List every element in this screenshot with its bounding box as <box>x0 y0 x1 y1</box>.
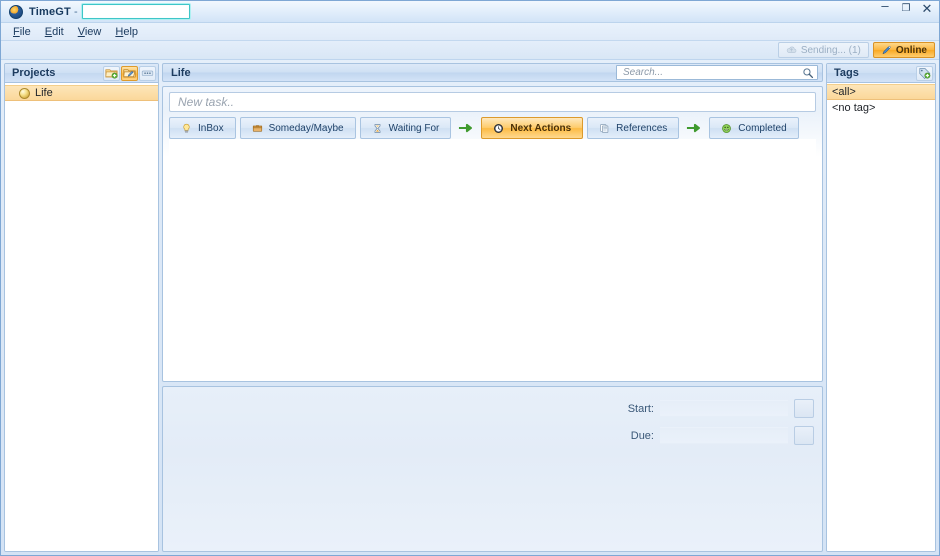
online-button-label: Online <box>895 44 927 56</box>
status-toolbar: Sending... (1) Online <box>1 41 939 60</box>
menu-view-rest: iew <box>84 25 102 38</box>
task-detail-panel: Start: Due: <box>162 386 823 552</box>
edit-project-icon <box>123 69 136 78</box>
start-date-input[interactable] <box>660 400 788 417</box>
tags-header: Tags <box>827 64 935 83</box>
application-window: TimeGT - – ❐ ✕ File Edit View Help Sendi… <box>0 0 940 556</box>
project-rename-input[interactable] <box>81 4 190 19</box>
add-project-icon <box>105 69 118 79</box>
menu-file-rest: ile <box>19 25 31 38</box>
add-tag-icon <box>919 68 931 79</box>
tab-inbox-label: InBox <box>198 122 224 134</box>
project-item-life[interactable]: Life <box>5 85 158 101</box>
pen-icon <box>882 45 891 54</box>
tab-someday-maybe[interactable]: Someday/Maybe <box>239 117 356 139</box>
menu-edit-accel: E <box>44 25 53 38</box>
status-toolbar-buttons: Sending... (1) Online <box>777 42 935 58</box>
search-placeholder: Search... <box>623 67 664 78</box>
project-options-icon <box>141 70 154 76</box>
project-options-button[interactable] <box>139 65 156 81</box>
sending-button[interactable]: Sending... (1) <box>777 42 869 58</box>
tags-panel: Tags <all> <no tag> <box>826 63 936 552</box>
pages-icon <box>600 123 609 133</box>
window-controls: – ❐ ✕ <box>879 0 933 15</box>
clock-icon <box>494 123 504 133</box>
tasks-panel: New task.. InBox Someday/Maybe Waiting F… <box>162 86 823 382</box>
cloud-upload-icon <box>786 46 797 53</box>
flow-arrow-1-icon <box>455 123 477 133</box>
due-date-row: Due: <box>614 426 814 445</box>
app-title: TimeGT <box>29 5 71 18</box>
tab-next-actions[interactable]: Next Actions <box>481 117 584 139</box>
search-icon[interactable] <box>802 67 814 79</box>
menu-file-accel: F <box>13 25 20 38</box>
project-sphere-icon <box>19 87 30 99</box>
new-task-placeholder: New task.. <box>178 95 235 109</box>
add-project-button[interactable] <box>103 65 120 81</box>
start-date-picker-button[interactable] <box>794 399 814 418</box>
lightbulb-icon <box>183 123 190 133</box>
online-button[interactable]: Online <box>872 42 935 58</box>
project-item-label: Life <box>35 87 53 99</box>
due-date-label: Due: <box>630 429 654 442</box>
start-date-row: Start: <box>614 399 814 418</box>
tag-item-all[interactable]: <all> <box>827 84 935 100</box>
menu-view-accel: V <box>77 25 85 38</box>
new-task-input[interactable]: New task.. <box>169 92 816 112</box>
due-date-input[interactable] <box>660 427 788 444</box>
center-header: Life Search... <box>162 63 823 82</box>
tags-title: Tags <box>834 67 859 79</box>
tab-next-actions-label: Next Actions <box>510 122 572 134</box>
menu-item-file[interactable]: File <box>7 25 39 39</box>
title-bar: TimeGT - – ❐ ✕ <box>1 0 939 23</box>
projects-header: Projects <box>5 64 158 83</box>
menu-item-edit[interactable]: Edit <box>39 25 72 39</box>
menu-bar: File Edit View Help <box>1 23 939 41</box>
edit-project-button[interactable] <box>121 65 138 81</box>
flow-arrow-2-icon <box>683 123 705 133</box>
tab-completed[interactable]: Completed <box>709 117 799 139</box>
center-header-title: Life <box>171 66 191 79</box>
task-tabs: InBox Someday/Maybe Waiting For Next Act… <box>169 117 816 139</box>
tag-item-no-tag-label: <no tag> <box>832 102 876 114</box>
projects-title: Projects <box>12 67 56 79</box>
tab-someday-maybe-label: Someday/Maybe <box>268 122 344 134</box>
projects-panel: Projects Life <box>4 63 159 552</box>
menu-item-view[interactable]: View <box>72 25 110 39</box>
menu-edit-rest: dit <box>52 25 64 38</box>
tags-list[interactable]: <all> <no tag> <box>827 83 935 551</box>
smiley-icon <box>722 123 732 133</box>
box-icon <box>252 124 262 132</box>
center-column: Life Search... New task.. InBox Someday/… <box>162 63 823 552</box>
app-logo-icon <box>9 4 23 19</box>
main-body: Projects Life Life Search... New task.. … <box>1 60 939 555</box>
tab-inbox[interactable]: InBox <box>169 117 236 139</box>
tag-item-all-label: <all> <box>832 86 856 98</box>
close-icon[interactable]: ✕ <box>921 2 933 15</box>
date-fields: Start: Due: <box>614 399 814 445</box>
maximize-icon[interactable]: ❐ <box>900 3 912 14</box>
menu-item-help[interactable]: Help <box>109 25 146 39</box>
tab-waiting-for[interactable]: Waiting For <box>359 117 452 139</box>
sending-button-label: Sending... (1) <box>800 44 861 56</box>
menu-help-rest: elp <box>123 25 139 38</box>
add-tag-button[interactable] <box>916 65 933 81</box>
tab-completed-label: Completed <box>738 122 787 134</box>
title-separator: - <box>73 5 78 18</box>
due-date-picker-button[interactable] <box>794 426 814 445</box>
hourglass-icon <box>374 123 381 133</box>
task-list[interactable] <box>169 139 816 381</box>
search-input[interactable]: Search... <box>616 65 818 80</box>
tab-references[interactable]: References <box>587 117 680 139</box>
tab-waiting-for-label: Waiting For <box>388 122 440 134</box>
tag-item-no-tag[interactable]: <no tag> <box>827 100 935 116</box>
projects-list[interactable]: Life <box>5 83 158 551</box>
start-date-label: Start: <box>627 402 654 415</box>
tab-references-label: References <box>616 122 668 134</box>
minimize-icon[interactable]: – <box>879 0 891 12</box>
